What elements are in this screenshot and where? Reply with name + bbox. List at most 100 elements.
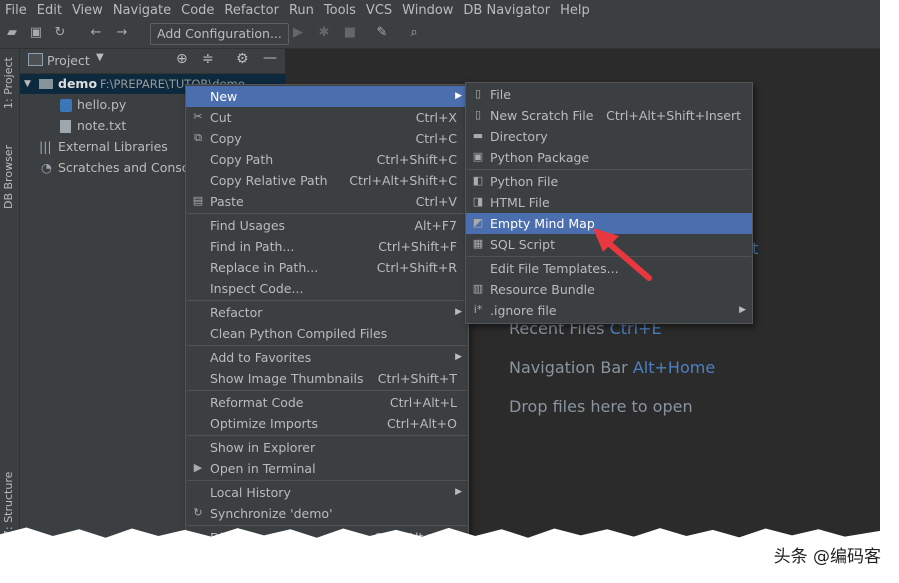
menu-item-label: Find in Path...	[210, 239, 295, 254]
editor-hint: Navigation Bar Alt+Home	[509, 358, 715, 377]
menu-item-directory[interactable]: ▬ Directory	[466, 126, 752, 147]
open-folder-icon[interactable]: ▰	[4, 25, 20, 41]
stop-icon[interactable]: ■	[342, 25, 358, 41]
menu-db-navigator[interactable]: DB Navigator	[458, 3, 555, 18]
menu-item-synchronize-demo[interactable]: ↻ Synchronize 'demo'	[186, 503, 468, 524]
menu-code[interactable]: Code	[176, 3, 219, 18]
menu-item-new[interactable]: New ▶	[186, 86, 468, 107]
collapse-icon[interactable]: ≑	[202, 51, 214, 67]
menu-item-copy-relative-path[interactable]: Copy Relative Path Ctrl+Alt+Shift+C	[186, 170, 468, 191]
menu-item-label: Synchronize 'demo'	[210, 506, 333, 521]
menu-item-python-file[interactable]: ◧ Python File	[466, 171, 752, 192]
menu-item-cut[interactable]: ✂ Cut Ctrl+X	[186, 107, 468, 128]
menu-item-label: HTML File	[490, 195, 550, 210]
save-icon[interactable]: ▣	[28, 25, 44, 41]
menu-item-shortcut: Alt+F7	[414, 218, 457, 233]
menu-item-add-to-favorites[interactable]: Add to Favorites ▶	[186, 347, 468, 368]
chevron-down-icon[interactable]: ▼	[96, 52, 104, 63]
menu-item-label: Copy	[210, 131, 242, 146]
gear-icon[interactable]: ⚙	[236, 51, 249, 67]
menu-run[interactable]: Run	[284, 3, 319, 18]
menu-item-shortcut: Ctrl+V	[415, 194, 457, 209]
menu-edit[interactable]: Edit	[32, 3, 67, 18]
tool-window-structure[interactable]: 7: Structure	[2, 472, 15, 537]
tool-window-project[interactable]: 1: Project	[2, 57, 15, 109]
menu-item-inspect-code[interactable]: Inspect Code...	[186, 278, 468, 299]
menu-item-label: Open in Terminal	[210, 461, 316, 476]
wrench-icon[interactable]: ✎	[374, 25, 390, 41]
menu-item-show-image-thumbnails[interactable]: Show Image Thumbnails Ctrl+Shift+T	[186, 368, 468, 389]
menu-refactor[interactable]: Refactor	[219, 3, 284, 18]
menu-item-open-in-terminal[interactable]: ▶ Open in Terminal	[186, 458, 468, 479]
menu-navigate[interactable]: Navigate	[108, 3, 176, 18]
menu-item-refactor[interactable]: Refactor ▶	[186, 302, 468, 323]
locate-icon[interactable]: ⊕	[176, 51, 188, 67]
menu-separator	[187, 435, 467, 436]
back-icon[interactable]: ←	[88, 25, 104, 41]
add-configuration-button[interactable]: Add Configuration...	[150, 23, 289, 45]
tree-item-label: External Libraries	[58, 139, 168, 154]
menu-item-local-history[interactable]: Local History ▶	[186, 482, 468, 503]
menu-item-show-in-explorer[interactable]: Show in Explorer	[186, 437, 468, 458]
menu-item-reformat-code[interactable]: Reformat Code Ctrl+Alt+L	[186, 392, 468, 413]
menu-item-find-in-path[interactable]: Find in Path... Ctrl+Shift+F	[186, 236, 468, 257]
menu-item-new-scratch-file[interactable]: ▯ New Scratch File Ctrl+Alt+Shift+Insert	[466, 105, 752, 126]
menu-item-paste[interactable]: ▤ Paste Ctrl+V	[186, 191, 468, 212]
menu-item-python-package[interactable]: ▣ Python Package	[466, 147, 752, 168]
menu-item-copy-path[interactable]: Copy Path Ctrl+Shift+C	[186, 149, 468, 170]
menu-item-optimize-imports[interactable]: Optimize Imports Ctrl+Alt+O	[186, 413, 468, 434]
menu-item-html-file[interactable]: ◨ HTML File	[466, 192, 752, 213]
menu-item-label: Replace in Path...	[210, 260, 319, 275]
menu-help[interactable]: Help	[555, 3, 595, 18]
menu-separator	[187, 480, 467, 481]
hint-text: Drop files here to open	[509, 397, 693, 416]
menu-item-label: Python Package	[490, 150, 590, 165]
tool-window-db-browser[interactable]: DB Browser	[2, 145, 15, 209]
menu-view[interactable]: View	[67, 3, 108, 18]
menu-item-label: SQL Script	[490, 237, 555, 252]
run-icon[interactable]: ▶	[290, 25, 306, 41]
menu-item-clean-python-compiled-files[interactable]: Clean Python Compiled Files	[186, 323, 468, 344]
menu-item-shortcut: Ctrl+Shift+T	[377, 371, 457, 386]
menu-item-replace-in-path[interactable]: Replace in Path... Ctrl+Shift+R	[186, 257, 468, 278]
menu-item-label: Resource Bundle	[490, 282, 595, 297]
search-icon[interactable]: ⌕	[406, 25, 422, 41]
menu-item-shortcut: Ctrl+Alt+O	[387, 416, 457, 431]
ignore-file-icon: i*	[473, 303, 483, 316]
debug-icon[interactable]: ✱	[316, 25, 332, 41]
expand-arrow-icon[interactable]: ▼	[24, 74, 31, 94]
menu-separator	[187, 213, 467, 214]
tree-root-name: demo	[58, 76, 98, 91]
terminal-icon: ▶	[193, 461, 203, 474]
menu-window[interactable]: Window	[397, 3, 458, 18]
menu-item-label: File	[490, 87, 511, 102]
project-title[interactable]: Project	[47, 53, 90, 68]
forward-icon[interactable]: →	[114, 25, 130, 41]
hint-text: Navigation Bar	[509, 358, 628, 377]
menu-file[interactable]: File	[0, 3, 32, 18]
menu-item-ignore-file[interactable]: i* .ignore file ▶	[466, 300, 752, 321]
ide-window: File Edit View Navigate Code Refactor Run Tools…	[0, 0, 880, 553]
menu-item-label: .ignore file	[490, 303, 557, 318]
menu-tools[interactable]: Tools	[319, 3, 361, 18]
menu-item-file[interactable]: ▯ File	[466, 84, 752, 105]
hide-icon[interactable]: —	[263, 50, 277, 66]
menu-item-label: Paste	[210, 194, 244, 209]
menu-vcs[interactable]: VCS	[361, 3, 397, 18]
project-view-icon	[28, 53, 43, 66]
menu-item-copy[interactable]: ⧉ Copy Ctrl+C	[186, 128, 468, 149]
arrow-shaft	[602, 237, 652, 281]
scratches-icon: ◔	[41, 160, 52, 175]
menu-item-label: Empty Mind Map	[490, 216, 595, 231]
menu-item-label: Python File	[490, 174, 559, 189]
menu-item-label: New	[210, 89, 238, 104]
sync-icon[interactable]: ↻	[52, 25, 68, 41]
menu-item-find-usages[interactable]: Find Usages Alt+F7	[186, 215, 468, 236]
menu-item-shortcut: Ctrl+X	[415, 110, 457, 125]
submenu-arrow-icon: ▶	[455, 487, 462, 497]
menu-item-shortcut: Ctrl+Alt+Shift+Insert	[606, 108, 741, 123]
menu-separator	[187, 300, 467, 301]
folder-icon: ▬	[472, 129, 484, 142]
hint-shortcut: Alt+Home	[632, 358, 716, 377]
tree-file-label: note.txt	[77, 118, 127, 133]
